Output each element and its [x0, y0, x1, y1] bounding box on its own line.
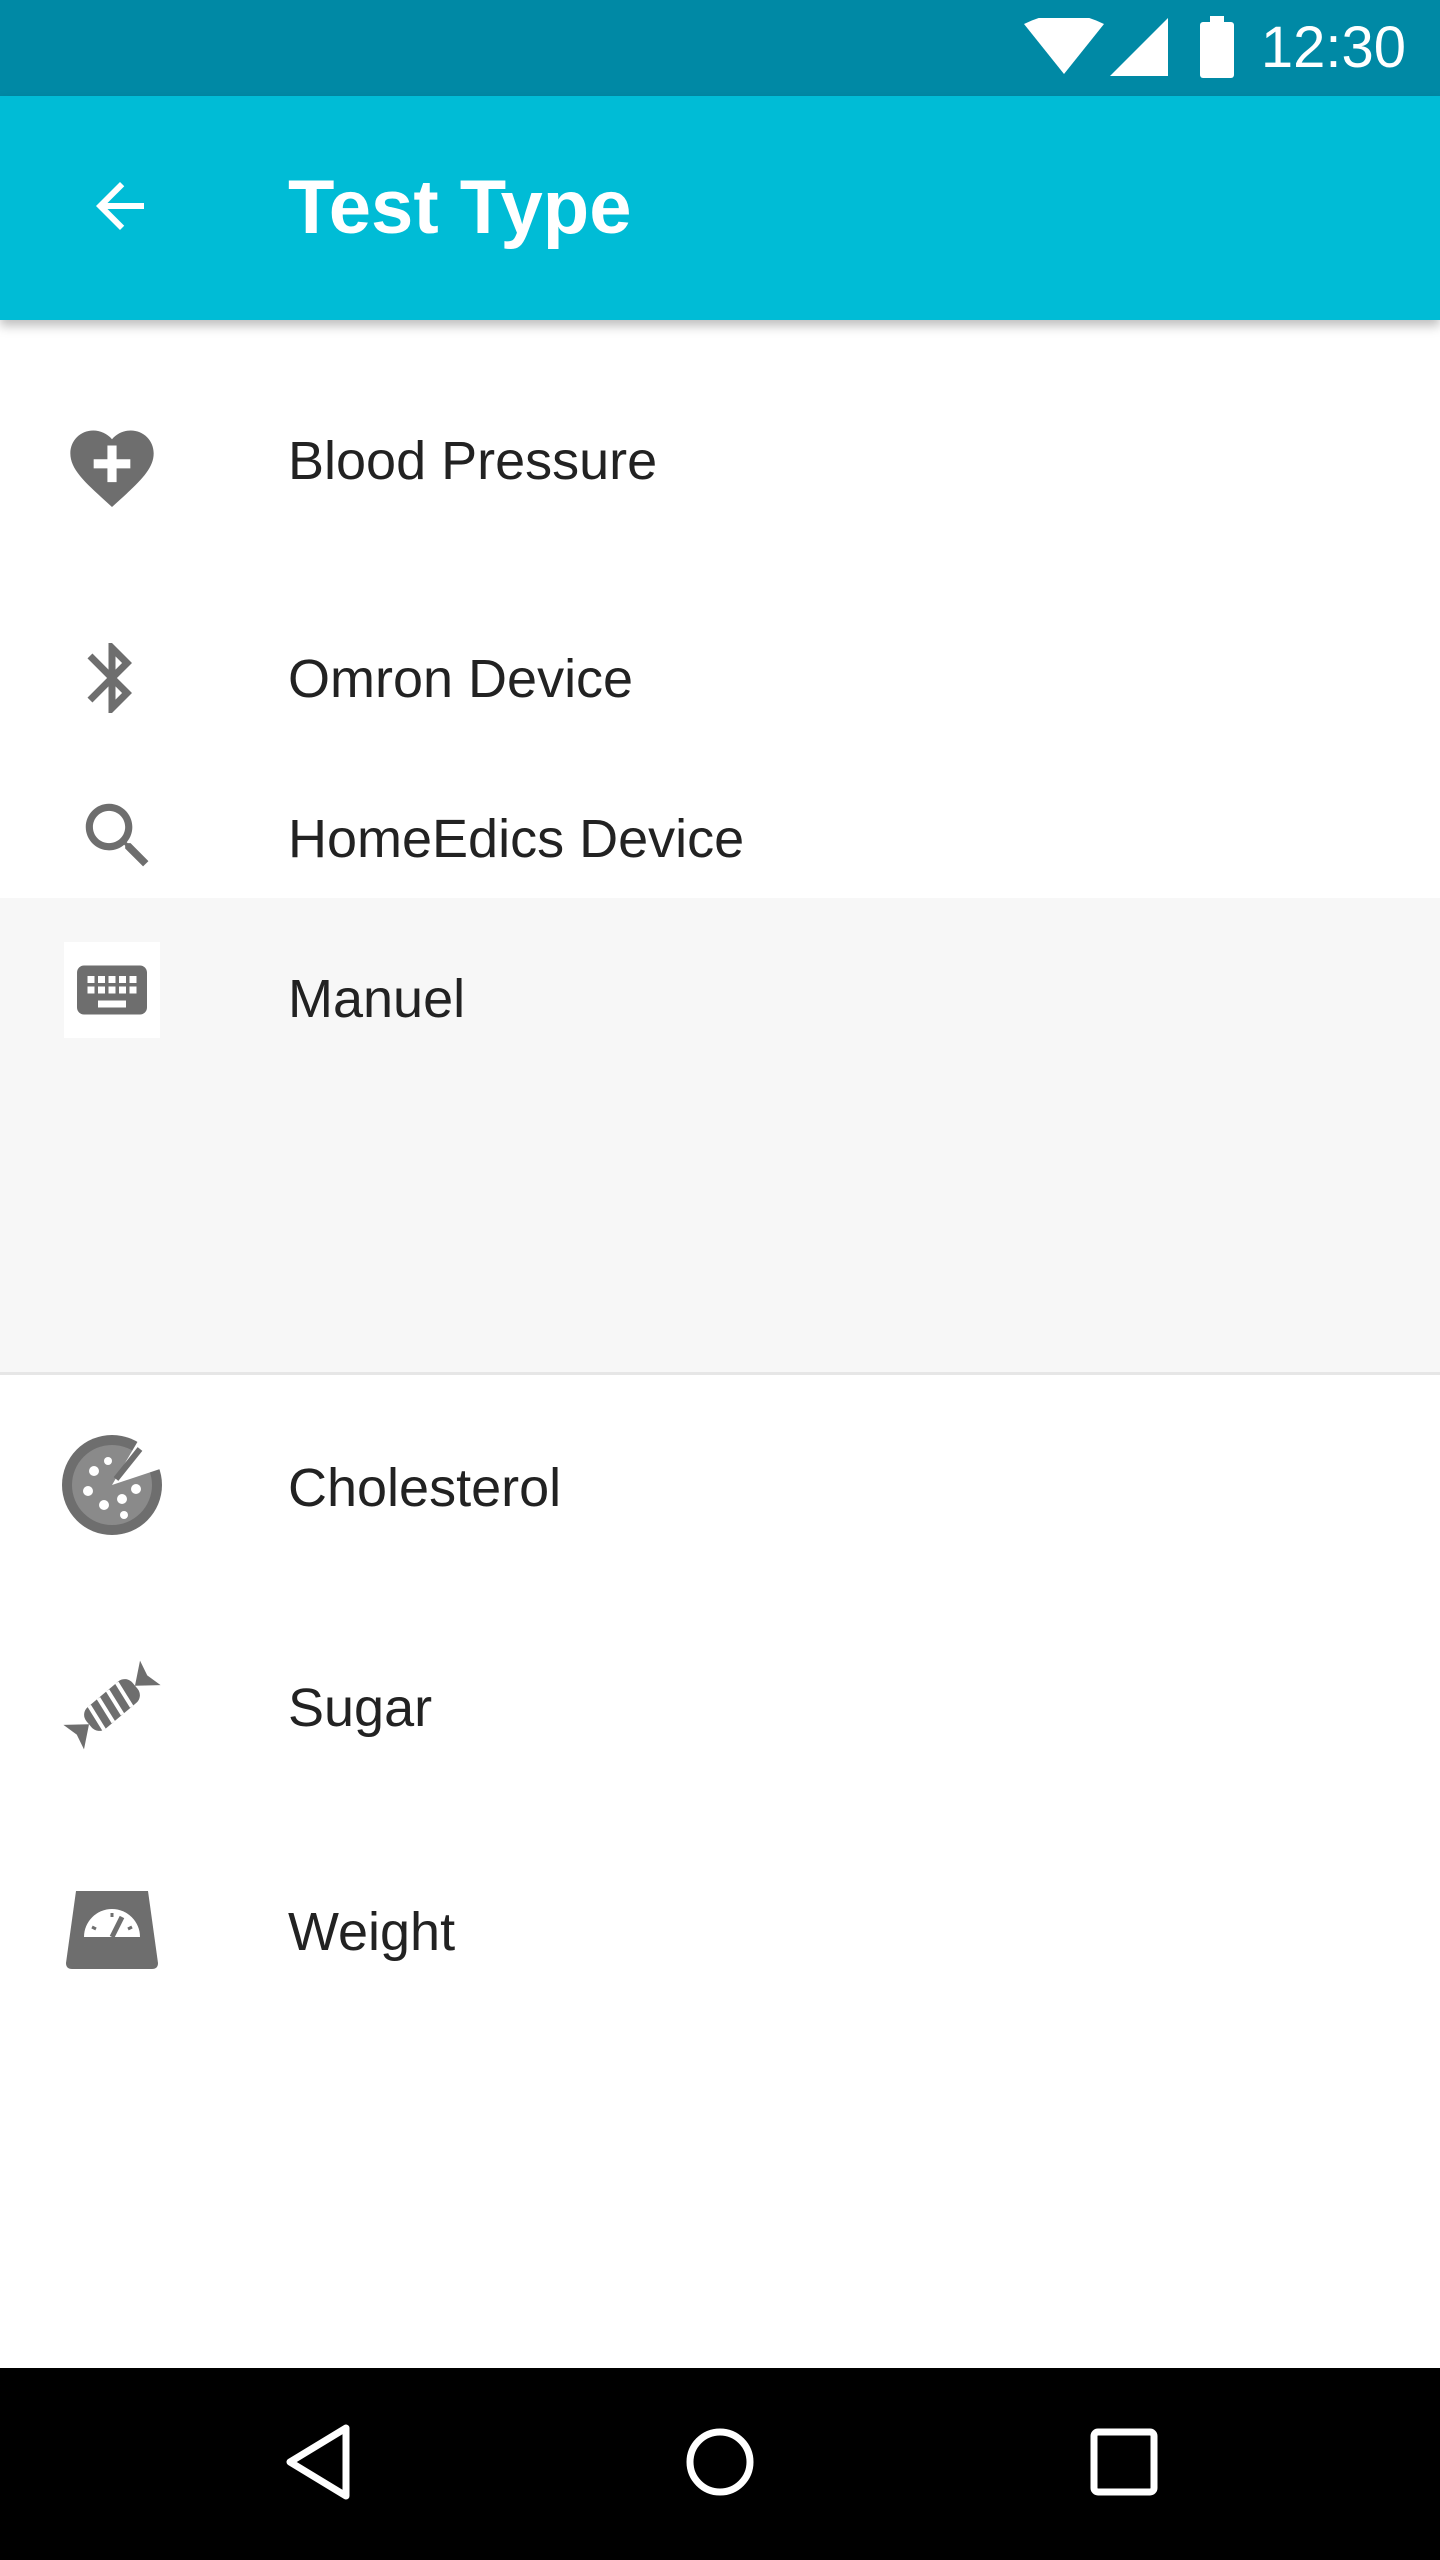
scale-icon	[56, 1873, 168, 1985]
list-item-cholesterol[interactable]: Cholesterol	[0, 1375, 1440, 1595]
list-item-blood-pressure[interactable]: Blood Pressure	[0, 320, 1440, 578]
recents-square-icon	[1084, 2422, 1164, 2507]
app-bar: Test Type	[0, 96, 1440, 320]
keyboard-icon	[64, 942, 160, 1038]
list-item-label: Blood Pressure	[288, 431, 658, 491]
list-item-manuel[interactable]: Manuel	[0, 918, 1440, 1078]
back-triangle-icon	[280, 2422, 360, 2507]
list-item-label: Sugar	[288, 1678, 433, 1738]
status-time: 12:30	[1260, 15, 1406, 80]
pizza-icon	[56, 1429, 168, 1541]
arrow-back-icon	[84, 170, 156, 247]
battery-icon	[1198, 16, 1236, 78]
bluetooth-icon	[56, 622, 168, 734]
nav-back-button[interactable]	[260, 2404, 380, 2524]
wifi-icon	[1024, 14, 1104, 76]
list-item-weight[interactable]: Weight	[0, 1819, 1440, 2043]
list-item-label: Manuel	[288, 969, 466, 1029]
navigation-bar	[0, 2368, 1440, 2560]
candy-icon	[56, 1649, 168, 1761]
nav-home-button[interactable]	[660, 2404, 780, 2524]
signal-icon	[1110, 18, 1168, 76]
list-item-sugar[interactable]: Sugar	[0, 1595, 1440, 1819]
status-bar: 12:30	[0, 0, 1440, 96]
list-item-label: Weight	[288, 1902, 456, 1962]
back-button[interactable]	[60, 148, 180, 268]
heart-plus-icon	[56, 412, 168, 524]
home-circle-icon	[680, 2422, 760, 2507]
nav-recents-button[interactable]	[1064, 2404, 1184, 2524]
list-item-homeedics-device[interactable]: HomeEdics Device	[0, 758, 1440, 918]
list-item-label: HomeEdics Device	[288, 809, 745, 869]
list-item-omron-device[interactable]: Omron Device	[0, 598, 1440, 758]
page-title: Test Type	[288, 165, 632, 250]
list-item-label: Cholesterol	[288, 1458, 562, 1518]
search-icon	[62, 780, 174, 892]
list-item-label: Omron Device	[288, 649, 634, 709]
